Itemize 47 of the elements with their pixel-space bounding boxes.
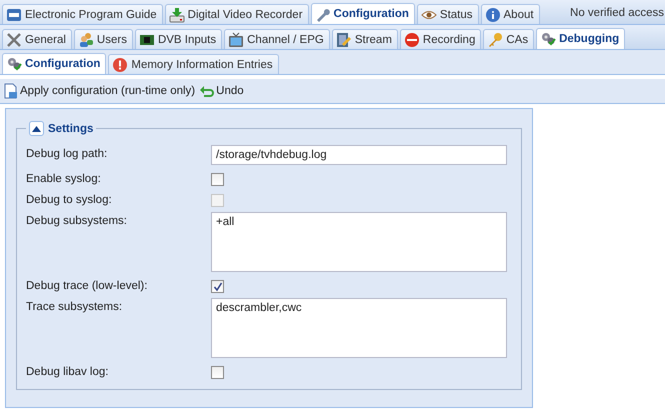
film-pencil-icon: [336, 32, 352, 48]
checkbox[interactable]: [211, 173, 224, 186]
checkbox[interactable]: [211, 366, 224, 379]
tab[interactable]: About: [480, 4, 540, 24]
save-page-icon: [3, 83, 19, 99]
key-icon: [487, 32, 504, 48]
field-label: Debug libav log:: [26, 365, 110, 378]
tab[interactable]: Memory Information Entries: [108, 54, 279, 74]
tab[interactable]: Stream: [332, 29, 398, 49]
field-label: Debug log path:: [26, 147, 108, 160]
tab[interactable]: Electronic Program Guide: [2, 4, 163, 24]
access-status: No verified access: [569, 7, 665, 21]
field-label: Enable syslog:: [26, 172, 102, 185]
tab[interactable]: Configuration: [310, 3, 415, 24]
gears-icon: [540, 31, 556, 47]
field-label: Debug subsystems:: [26, 214, 128, 227]
collapse-toggle[interactable]: [29, 121, 44, 136]
gears-icon: [6, 56, 22, 72]
input-field[interactable]: /storage/tvhdebug.log: [211, 145, 507, 165]
record-icon: [404, 32, 420, 48]
checkbox[interactable]: [211, 280, 224, 293]
toolbar-button[interactable]: Undo: [199, 83, 244, 99]
tab[interactable]: Debugging: [536, 28, 626, 49]
tab[interactable]: Status: [416, 4, 479, 24]
field-label: Trace subsystems:: [26, 300, 124, 313]
tab[interactable]: Digital Video Recorder: [164, 4, 309, 24]
field-label: Debug to syslog:: [26, 193, 113, 206]
caret-icon: [32, 126, 41, 132]
tab[interactable]: Users: [74, 29, 133, 49]
toolbar-button[interactable]: Apply configuration (run-time only): [3, 83, 196, 99]
field-label: Debug trace (low-level):: [26, 279, 148, 292]
tv-icon: [228, 32, 244, 48]
checkmark-icon: [212, 282, 222, 292]
tab[interactable]: DVB Inputs: [134, 29, 222, 49]
wrench-icon: [314, 6, 331, 22]
text-area[interactable]: +all: [211, 212, 507, 272]
section-title: Settings: [48, 122, 94, 134]
tab[interactable]: General: [2, 29, 72, 49]
tab[interactable]: Recording: [400, 29, 482, 49]
users-icon: [78, 32, 94, 48]
info-icon: [484, 6, 501, 22]
tab[interactable]: CAs: [483, 29, 534, 49]
text-area[interactable]: descrambler,cwc: [211, 298, 507, 358]
tab[interactable]: Channel / EPG: [224, 29, 330, 49]
download-drive-icon: [168, 6, 185, 22]
tab[interactable]: Configuration: [2, 53, 106, 74]
warning-icon: [112, 56, 128, 72]
